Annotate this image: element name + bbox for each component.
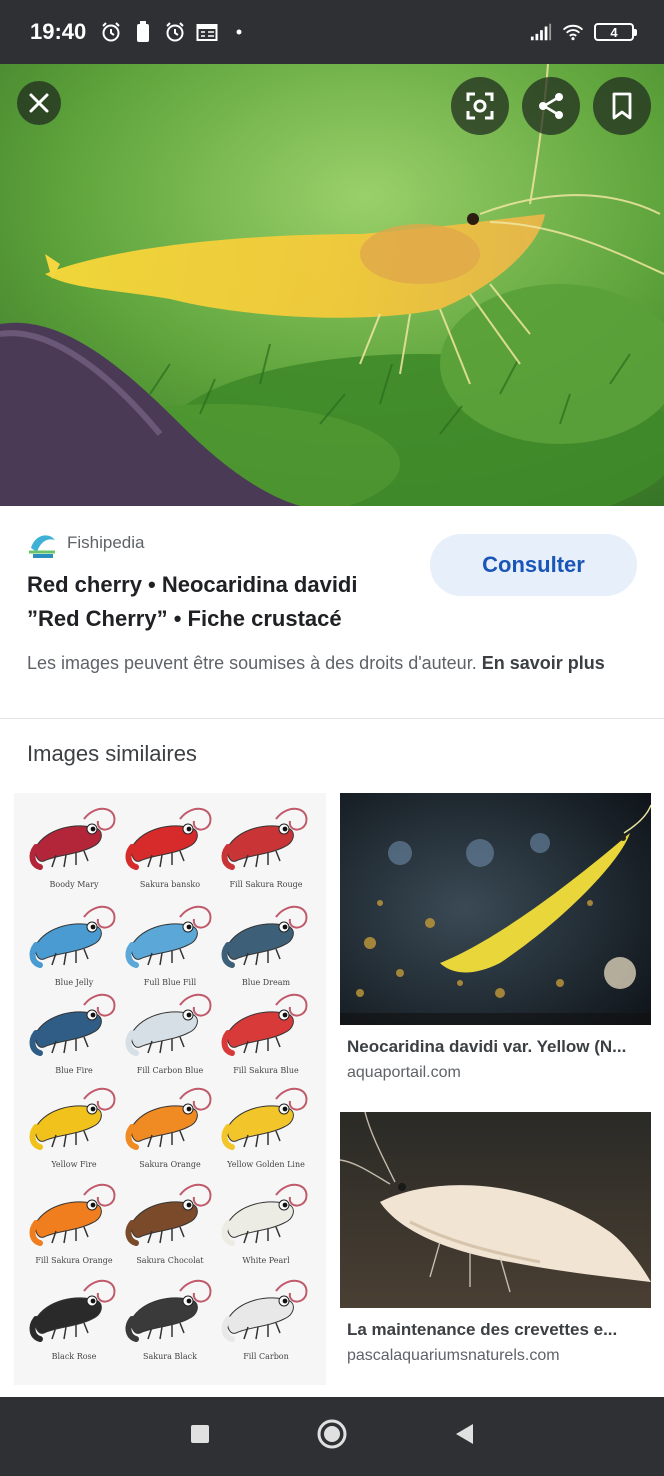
- shrimp-variant: Black Rose: [26, 1271, 122, 1365]
- shrimp-drawing-icon: [221, 994, 308, 1056]
- calendar-icon: [196, 21, 218, 43]
- shrimp-variant: Yellow Fire: [26, 1079, 122, 1173]
- shrimp-variant-label: Sakura Chocolat: [136, 1256, 204, 1265]
- result-info: Fishipedia Red cherry • Neocaridina davi…: [0, 506, 664, 718]
- source[interactable]: Fishipedia: [27, 530, 145, 558]
- shrimp-drawing-icon: [125, 1280, 212, 1342]
- divider: [0, 718, 664, 719]
- similar-image-1[interactable]: Boody Mary Sakura bansko Fill Sakura Rouge…: [14, 793, 326, 1385]
- shrimp-drawing-icon: [29, 808, 116, 870]
- shrimp-variant: Blue Jelly: [26, 897, 122, 991]
- shrimp-drawing-icon: [221, 808, 308, 870]
- shrimp-drawing-icon: [125, 906, 212, 968]
- shrimp-variant: Fill Sakura Blue: [218, 985, 314, 1079]
- battery-saver-icon: [132, 21, 154, 43]
- shrimp-variant: Full Blue Fill: [122, 897, 218, 991]
- shrimp-drawing-icon: [29, 906, 116, 968]
- lens-icon: [466, 92, 494, 120]
- share-button[interactable]: [522, 77, 580, 135]
- shrimp-variant: Fill Sakura Rouge: [218, 799, 314, 893]
- status-bar: 19:40 4: [0, 0, 664, 64]
- shrimp-variant: Fill Sakura Orange: [26, 1175, 122, 1269]
- similar-image-3-caption: La maintenance des crevettes e...: [347, 1320, 618, 1339]
- shrimp-drawing-icon: [29, 994, 116, 1056]
- status-time: 19:40: [30, 19, 87, 44]
- shrimp-drawing-icon: [125, 994, 212, 1056]
- bookmark-icon: [612, 92, 632, 120]
- shrimp-variant: Yellow Golden Line: [218, 1079, 314, 1173]
- signal-icon: [530, 21, 552, 43]
- shrimp-variant: Sakura Chocolat: [122, 1175, 218, 1269]
- learn-more-link[interactable]: En savoir plus: [482, 653, 605, 673]
- shrimp-drawing-icon: [29, 1184, 116, 1246]
- shrimp-drawing-icon: [221, 1088, 308, 1150]
- result-title[interactable]: Red cherry • Neocaridina davidi ”Red Che…: [27, 568, 407, 636]
- lens-button[interactable]: [451, 77, 509, 135]
- similar-image-2-caption: Neocaridina davidi var. Yellow (N...: [347, 1037, 627, 1056]
- similar-image-3[interactable]: La maintenance des crevettes e... pascal…: [340, 1112, 651, 1365]
- shrimp-variant-label: Yellow Fire: [51, 1160, 97, 1169]
- close-icon: [29, 93, 49, 113]
- copyright-notice: Les images peuvent être soumises à des d…: [27, 650, 627, 677]
- shrimp-variant-label: Yellow Golden Line: [227, 1160, 305, 1169]
- shrimp-variant: Sakura Orange: [122, 1079, 218, 1173]
- shrimp-drawing-icon: [125, 1088, 212, 1150]
- notification-dot-icon: [228, 21, 250, 43]
- shrimp-variant: Blue Dream: [218, 897, 314, 991]
- similar-image-3-domain: pascalaquariumsnaturels.com: [347, 1347, 560, 1364]
- shrimp-variant-label: Boody Mary: [49, 880, 99, 889]
- square-icon: [191, 1425, 209, 1443]
- shrimp-drawing-icon: [125, 808, 212, 870]
- similar-images-heading: Images similaires: [27, 741, 197, 766]
- shrimp-variant: Fill Carbon: [218, 1271, 314, 1365]
- home-button[interactable]: [316, 1418, 348, 1455]
- shrimp-variant-label: Fill Sakura Orange: [35, 1256, 113, 1265]
- shrimp-variant: Sakura bansko: [122, 799, 218, 893]
- wifi-icon: [562, 21, 584, 43]
- close-button[interactable]: [17, 81, 61, 125]
- recents-button[interactable]: [189, 1423, 211, 1450]
- similar-image-2-thumb: [340, 793, 651, 1025]
- back-triangle-icon: [456, 1424, 473, 1444]
- shrimp-drawing-icon: [221, 906, 308, 968]
- shrimp-variant-label: Fill Sakura Blue: [233, 1066, 299, 1075]
- save-button[interactable]: [593, 77, 651, 135]
- shrimp-drawing-icon: [29, 1088, 116, 1150]
- shrimp-variant-label: Fill Sakura Rouge: [229, 880, 303, 889]
- shrimp-variant: Fill Carbon Blue: [122, 985, 218, 1079]
- shrimp-drawing-icon: [29, 1280, 116, 1342]
- source-name: Fishipedia: [67, 533, 145, 552]
- shrimp-variant-label: Fill Carbon: [243, 1352, 289, 1361]
- shrimp-variant-label: Fill Carbon Blue: [136, 1066, 204, 1075]
- similar-image-2[interactable]: Neocaridina davidi var. Yellow (N... aqu…: [340, 793, 651, 1082]
- result-image[interactable]: [0, 64, 664, 506]
- navigation-bar: [0, 1397, 664, 1476]
- back-button[interactable]: [453, 1422, 475, 1451]
- shrimp-variant-label: Black Rose: [51, 1352, 97, 1361]
- shrimp-variant: Blue Fire: [26, 985, 122, 1079]
- shrimp-drawing-icon: [221, 1184, 308, 1246]
- alarm-clock-icon: [100, 21, 122, 43]
- shrimp-drawing-icon: [125, 1184, 212, 1246]
- shrimp-variant: Sakura Black: [122, 1271, 218, 1365]
- alarm-icon: [164, 21, 186, 43]
- shrimp-variant-label: Sakura bansko: [139, 880, 201, 889]
- shrimp-variant-label: White Pearl: [242, 1256, 290, 1265]
- similar-image-3-thumb: [340, 1112, 651, 1308]
- similar-image-2-domain: aquaportail.com: [347, 1064, 461, 1081]
- shrimp-variant-label: Sakura Black: [143, 1352, 197, 1361]
- copyright-text: Les images peuvent être soumises à des d…: [27, 653, 477, 673]
- shrimp-variant-label: Blue Fire: [55, 1066, 93, 1075]
- share-icon: [539, 93, 563, 119]
- shrimp-variant: Boody Mary: [26, 799, 122, 893]
- home-circle-icon: [317, 1419, 347, 1449]
- shrimp-drawing-icon: [221, 1280, 308, 1342]
- fishipedia-logo-icon: [27, 530, 59, 558]
- battery-icon: 4: [594, 23, 637, 41]
- shrimp-variant-label: Sakura Orange: [139, 1160, 201, 1169]
- shrimp-variant: White Pearl: [218, 1175, 314, 1269]
- visit-button[interactable]: Consulter: [430, 534, 637, 596]
